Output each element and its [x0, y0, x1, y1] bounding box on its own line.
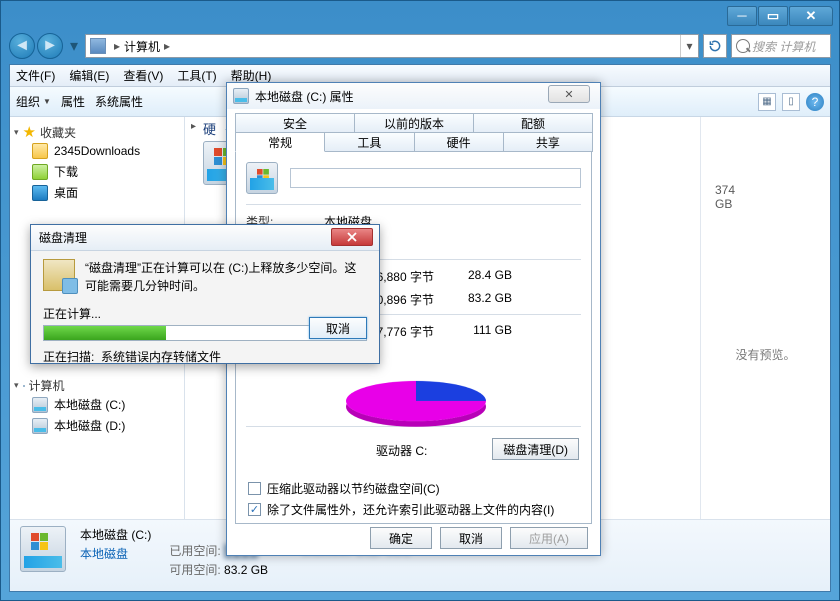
sidebar-item-downloads[interactable]: 下载: [14, 161, 180, 182]
properties-titlebar[interactable]: 本地磁盘 (C:) 属性: [227, 83, 600, 109]
tab-quota[interactable]: 配额: [473, 113, 593, 133]
folder-icon: [32, 164, 48, 180]
checkbox-checked-icon: ✓: [248, 503, 261, 516]
drive-icon: [32, 397, 48, 413]
address-bar[interactable]: ▸ 计算机 ▸ ▾: [85, 34, 699, 58]
search-input[interactable]: 搜索 计算机: [731, 34, 831, 58]
toolbar-organize[interactable]: 组织▼: [16, 93, 51, 110]
compress-checkbox-row[interactable]: 压缩此驱动器以节约磁盘空间(C): [248, 480, 579, 497]
menu-edit[interactable]: 编辑(E): [69, 67, 109, 84]
properties-cancel-button[interactable]: 取消: [440, 527, 502, 549]
sidebar-item-2345downloads[interactable]: 2345Downloads: [14, 141, 180, 161]
chevron-down-icon: ▼: [43, 97, 51, 106]
close-icon: [347, 232, 357, 242]
menu-view[interactable]: 查看(V): [123, 67, 163, 84]
preview-pane-button[interactable]: ▯: [782, 93, 800, 111]
sidebar-item-disk-d[interactable]: 本地磁盘 (D:): [14, 415, 180, 436]
cleanup-titlebar[interactable]: 磁盘清理: [31, 225, 379, 251]
chevron-down-icon: ▾: [14, 127, 19, 138]
sidebar-favorites-header[interactable]: ▾★收藏夹: [14, 123, 180, 141]
drive-icon: [20, 526, 66, 572]
nav-forward-button[interactable]: ►: [37, 33, 63, 59]
star-icon: ★: [23, 123, 36, 141]
breadcrumb-computer[interactable]: 计算机: [124, 38, 160, 55]
navbar: ◄ ► ▾ ▸ 计算机 ▸ ▾ 搜索 计算机: [9, 30, 831, 62]
group-header-drives[interactable]: 硬: [203, 119, 216, 138]
drive-free-text: 374 GB: [715, 183, 735, 211]
nav-history-dropdown[interactable]: ▾: [67, 33, 81, 59]
properties-apply-button[interactable]: 应用(A): [510, 527, 588, 549]
tab-sharing[interactable]: 共享: [503, 132, 593, 152]
cleanup-message: “磁盘清理”正在计算可以在 (C:)上释放多少空间。这可能需要几分钟时间。: [85, 259, 367, 295]
desktop-icon: [32, 185, 48, 201]
cleanup-scanning-label: 正在扫描:: [43, 350, 94, 364]
usage-pie-chart: [346, 381, 486, 421]
disk-cleanup-button[interactable]: 磁盘清理(D): [492, 438, 579, 460]
chevron-down-icon: ▾: [14, 380, 19, 391]
details-subtitle: 本地磁盘: [80, 545, 151, 562]
search-placeholder: 搜索 计算机: [752, 38, 815, 55]
menu-file[interactable]: 文件(F): [16, 67, 55, 84]
volume-label-input[interactable]: [290, 168, 581, 188]
sidebar-computer-header[interactable]: ▾计算机: [14, 377, 180, 394]
tab-hardware[interactable]: 硬件: [414, 132, 504, 152]
view-options-button[interactable]: ▦: [758, 93, 776, 111]
titlebar: ─ ▭ ✕: [1, 1, 839, 30]
refresh-icon: [708, 39, 722, 53]
computer-icon: [90, 38, 106, 54]
refresh-button[interactable]: [703, 34, 727, 58]
cleanup-close-button[interactable]: [331, 228, 373, 246]
address-dropdown[interactable]: ▾: [680, 35, 698, 57]
tab-security[interactable]: 安全: [235, 113, 355, 133]
nav-back-button[interactable]: ◄: [9, 33, 35, 59]
preview-empty-text: 没有预览。: [735, 346, 795, 363]
sidebar-item-desktop[interactable]: 桌面: [14, 182, 180, 203]
toolbar-properties[interactable]: 属性: [61, 93, 85, 110]
maximize-button[interactable]: ▭: [758, 6, 788, 26]
checkbox-icon: [248, 482, 261, 495]
index-checkbox-row[interactable]: ✓除了文件属性外，还允许索引此驱动器上文件的内容(I): [248, 501, 579, 518]
drive-icon: [246, 162, 278, 194]
help-icon[interactable]: ?: [806, 93, 824, 111]
cleanup-cancel-button[interactable]: 取消: [309, 317, 367, 339]
details-name: 本地磁盘 (C:): [80, 526, 151, 543]
disk-cleanup-progress-dialog: 磁盘清理 “磁盘清理”正在计算可以在 (C:)上释放多少空间。这可能需要几分钟时…: [30, 224, 380, 364]
sidebar-item-disk-c[interactable]: 本地磁盘 (C:): [14, 394, 180, 415]
tab-previous-versions[interactable]: 以前的版本: [354, 113, 474, 133]
pie-label: 驱动器 C:: [376, 442, 427, 459]
group-collapse-icon[interactable]: ▸: [191, 121, 196, 132]
drive-icon: [233, 88, 249, 104]
menu-tools[interactable]: 工具(T): [177, 67, 216, 84]
folder-icon: [32, 143, 48, 159]
close-button[interactable]: ✕: [789, 6, 833, 26]
properties-ok-button[interactable]: 确定: [370, 527, 432, 549]
tab-general[interactable]: 常规: [235, 132, 325, 152]
window-controls: ─ ▭ ✕: [727, 6, 833, 26]
toolbar-system-properties[interactable]: 系统属性: [95, 93, 143, 110]
cleanup-icon: [43, 259, 75, 291]
chevron-right-icon: ▸: [164, 39, 170, 53]
chevron-right-icon: ▸: [114, 39, 120, 53]
cleanup-scanning-item: 系统错误内存转储文件: [101, 350, 221, 364]
minimize-button[interactable]: ─: [727, 6, 757, 26]
computer-icon: [23, 385, 25, 387]
tab-tools[interactable]: 工具: [324, 132, 414, 152]
drive-icon: [32, 418, 48, 434]
properties-close-button[interactable]: ✕: [548, 85, 590, 103]
properties-title-text: 本地磁盘 (C:) 属性: [255, 88, 354, 105]
